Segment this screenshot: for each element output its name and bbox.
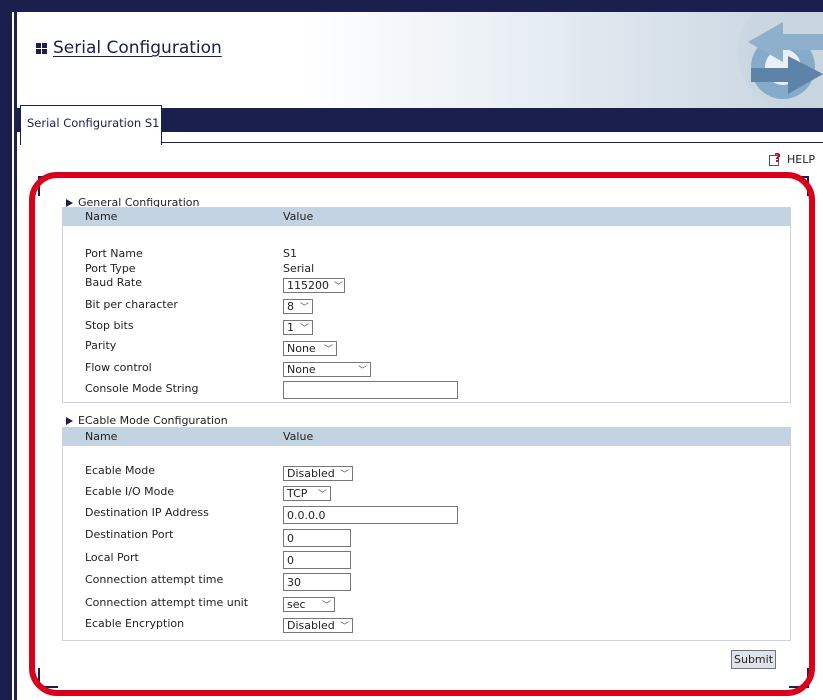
stop-bits-selected: 1 — [287, 321, 294, 334]
frame-corner-bottom-right — [789, 668, 809, 688]
label-local-port: Local Port — [85, 551, 139, 564]
column-header-name: Name — [85, 210, 118, 223]
ecable-encryption-selected: Disabled — [287, 619, 335, 632]
ecable-mode-select[interactable]: Disabled ﹀ — [283, 466, 353, 481]
flow-control-selected: None — [287, 363, 316, 376]
chevron-down-icon: ﹀ — [323, 345, 333, 355]
label-connection-attempt-time-unit: Connection attempt time unit — [85, 596, 249, 609]
chevron-down-icon: ﹀ — [339, 622, 349, 632]
general-configuration-table: Name Value Port Name S1 Port Type Serial… — [62, 207, 791, 403]
console-mode-string-input[interactable] — [283, 381, 458, 399]
chevron-down-icon: ﹀ — [317, 490, 327, 500]
ecable-io-mode-selected: TCP — [287, 487, 308, 500]
ecable-encryption-select[interactable]: Disabled ﹀ — [283, 618, 353, 633]
label-bit-per-character: Bit per character — [85, 298, 178, 311]
help-icon: ? — [769, 151, 783, 166]
bit-per-character-select[interactable]: 8 ﹀ — [283, 299, 313, 314]
label-ecable-mode: Ecable Mode — [85, 464, 156, 477]
value-port-name: S1 — [283, 247, 297, 260]
label-destination-ip-address: Destination IP Address — [85, 506, 209, 519]
stop-bits-select[interactable]: 1 ﹀ — [283, 320, 313, 335]
chevron-down-icon: ﹀ — [321, 601, 331, 611]
connection-attempt-time-unit-select[interactable]: sec ﹀ — [283, 597, 335, 612]
label-parity: Parity — [85, 339, 117, 352]
label-destination-port: Destination Port — [85, 528, 174, 541]
chevron-down-icon: ﹀ — [299, 324, 309, 334]
value-port-type: Serial — [283, 262, 315, 275]
ecable-configuration-title: ECable Mode Configuration — [78, 414, 228, 427]
local-port-input[interactable]: 0 — [283, 551, 351, 569]
ecable-configuration-heading: ECable Mode Configuration — [66, 414, 228, 427]
baud-rate-selected: 115200 — [287, 279, 329, 292]
label-port-type: Port Type — [85, 262, 136, 275]
label-baud-rate: Baud Rate — [85, 276, 142, 289]
window-frame-left — [0, 0, 12, 700]
baud-rate-select[interactable]: 115200 ﹀ — [283, 278, 345, 293]
label-console-mode-string: Console Mode String — [85, 382, 199, 395]
connection-attempt-time-input[interactable]: 30 — [283, 573, 351, 591]
frame-corner-top-left — [38, 176, 58, 196]
chevron-down-icon: ﹀ — [357, 366, 367, 376]
label-ecable-io-mode: Ecable I/O Mode — [85, 485, 175, 498]
triangle-right-icon — [66, 416, 73, 425]
ecable-io-mode-select[interactable]: TCP ﹀ — [283, 486, 331, 501]
label-stop-bits: Stop bits — [85, 319, 134, 332]
tab-serial-configuration-s1[interactable]: Serial Configuration S1 — [20, 105, 162, 145]
page-header — [17, 12, 823, 108]
label-flow-control: Flow control — [85, 361, 152, 374]
submit-button[interactable]: Submit — [731, 650, 776, 669]
table-header: Name Value — [63, 208, 790, 226]
label-port-name: Port Name — [85, 247, 143, 260]
ecable-mode-selected: Disabled — [287, 467, 335, 480]
page-title: Serial Configuration — [36, 38, 222, 58]
header-decoration-graphic — [738, 12, 823, 108]
parity-select[interactable]: None ﹀ — [283, 341, 337, 356]
grid-icon — [36, 42, 47, 54]
page-title-text: Serial Configuration — [53, 38, 222, 58]
help-label: HELP — [787, 153, 815, 166]
window-frame-top — [0, 0, 823, 12]
column-header-value: Value — [283, 210, 314, 223]
help-link[interactable]: ? HELP — [769, 151, 815, 166]
column-header-name: Name — [85, 430, 118, 443]
destination-ip-address-input[interactable]: 0.0.0.0 — [283, 506, 458, 524]
ecable-configuration-table: Name Value Ecable Mode Disabled ﹀ Ecable … — [62, 427, 791, 641]
tab-label: Serial Configuration S1 — [27, 116, 160, 130]
chevron-down-icon: ﹀ — [299, 303, 309, 313]
label-ecable-encryption: Ecable Encryption — [85, 617, 185, 630]
connection-attempt-time-unit-selected: sec — [287, 598, 306, 611]
table-header: Name Value — [63, 428, 790, 446]
frame-corner-bottom-left — [38, 668, 58, 688]
frame-corner-top-right — [789, 176, 809, 196]
destination-port-input[interactable]: 0 — [283, 529, 351, 547]
tab-underline — [162, 142, 823, 143]
column-header-value: Value — [283, 430, 314, 443]
parity-selected: None — [287, 342, 316, 355]
chevron-down-icon: ﹀ — [334, 282, 344, 292]
triangle-right-icon — [66, 198, 73, 207]
bit-per-character-selected: 8 — [287, 300, 294, 313]
flow-control-select[interactable]: None ﹀ — [283, 362, 371, 377]
chevron-down-icon: ﹀ — [339, 470, 349, 480]
label-connection-attempt-time: Connection attempt time — [85, 573, 224, 586]
